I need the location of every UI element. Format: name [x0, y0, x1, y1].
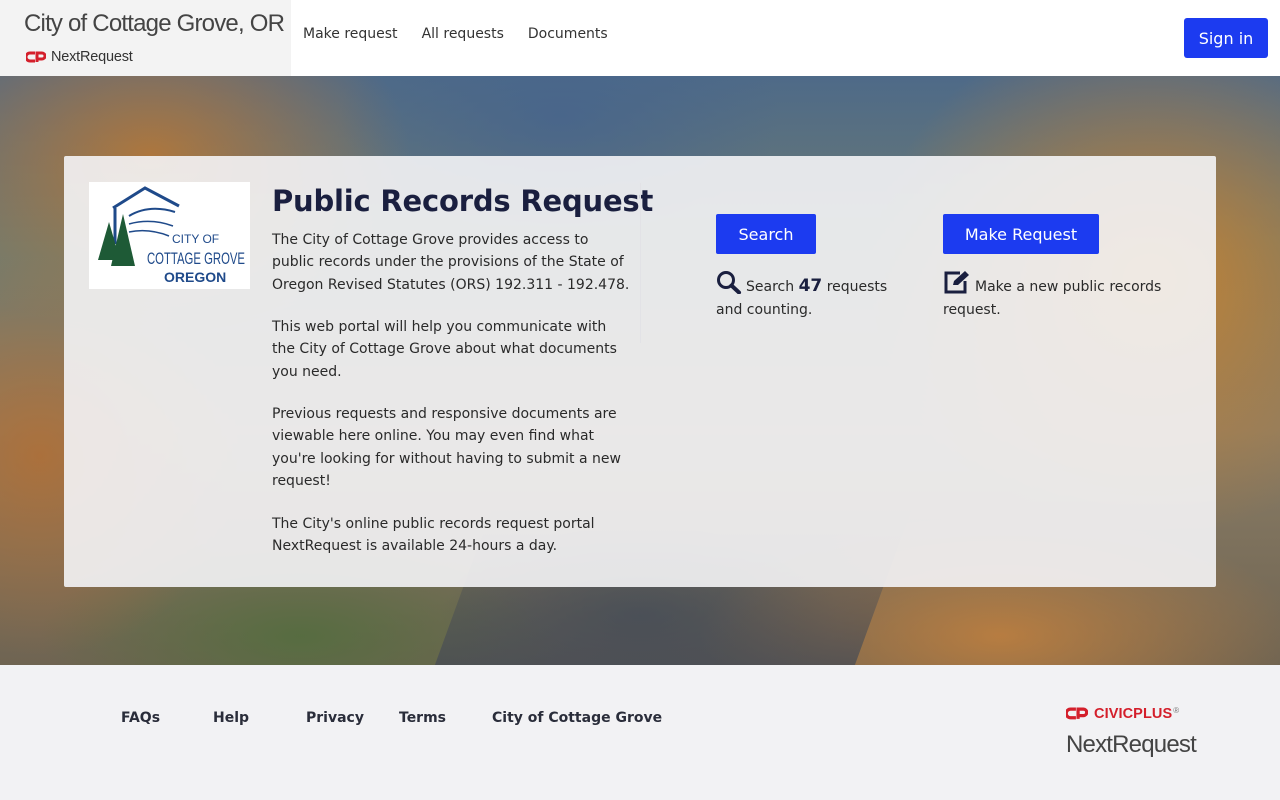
city-name[interactable]: City of Cottage Grove, OR: [24, 10, 285, 38]
intro-paragraph-1: The City of Cottage Grove provides acces…: [272, 232, 630, 293]
footer-link-city[interactable]: City of Cottage Grove: [492, 710, 662, 726]
footer-link-terms[interactable]: Terms: [399, 710, 446, 726]
search-prefix: Search: [746, 279, 795, 295]
search-description: Search 47 requests and counting.: [716, 270, 916, 321]
search-button[interactable]: Search: [716, 214, 816, 254]
nextrequest-brand: NextRequest: [26, 49, 133, 65]
make-description-text: Make a new public records request.: [943, 279, 1162, 318]
city-logo-graphic: CITY OF COTTAGE GROVE OREGON: [98, 186, 245, 285]
trademark-mark: ®: [1173, 705, 1180, 715]
make-request-button[interactable]: Make Request: [943, 214, 1099, 254]
footer-link-privacy[interactable]: Privacy: [306, 710, 364, 726]
civicplus-logo: CIVICPLUS ®: [1066, 706, 1179, 722]
footer-link-faqs[interactable]: FAQs: [121, 710, 160, 726]
make-request-description: Make a new public records request.: [943, 270, 1183, 321]
sign-in-button[interactable]: Sign in: [1184, 18, 1268, 58]
nav-make-request[interactable]: Make request: [303, 26, 398, 42]
main-nav: Make request All requests Documents: [303, 26, 608, 42]
page-title: Public Records Request: [272, 184, 654, 218]
footer-link-help[interactable]: Help: [213, 710, 249, 726]
edit-icon: [944, 271, 969, 294]
civicplus-label: CIVICPLUS: [1094, 706, 1173, 722]
footer-product-name: NextRequest: [1066, 731, 1197, 758]
intro-paragraph-3: Previous requests and responsive documen…: [272, 406, 621, 489]
product-name: NextRequest: [51, 49, 133, 65]
brand-box[interactable]: City of Cottage Grove, OR NextRequest: [0, 0, 291, 76]
nav-all-requests[interactable]: All requests: [422, 26, 504, 42]
footer-links: FAQs Help Privacy Terms City of Cottage …: [0, 710, 700, 730]
logo-line-1: CITY OF: [172, 232, 219, 246]
footer: FAQs Help Privacy Terms City of Cottage …: [0, 665, 1280, 800]
city-logo: CITY OF COTTAGE GROVE OREGON: [89, 182, 250, 289]
intro-paragraph-4: The City's online public records request…: [272, 516, 595, 555]
top-header: City of Cottage Grove, OR NextRequest Ma…: [0, 0, 1280, 76]
search-icon: [717, 271, 741, 294]
intro-paragraph-2: This web portal will help you communicat…: [272, 319, 617, 380]
civicplus-logo-icon: [1066, 707, 1088, 720]
nav-documents[interactable]: Documents: [528, 26, 608, 42]
logo-line-2: COTTAGE GROVE: [147, 249, 245, 268]
nextrequest-logo-icon: [26, 51, 46, 62]
request-count: 47: [798, 276, 823, 296]
content-divider: [640, 183, 641, 343]
logo-line-3: OREGON: [164, 269, 226, 285]
